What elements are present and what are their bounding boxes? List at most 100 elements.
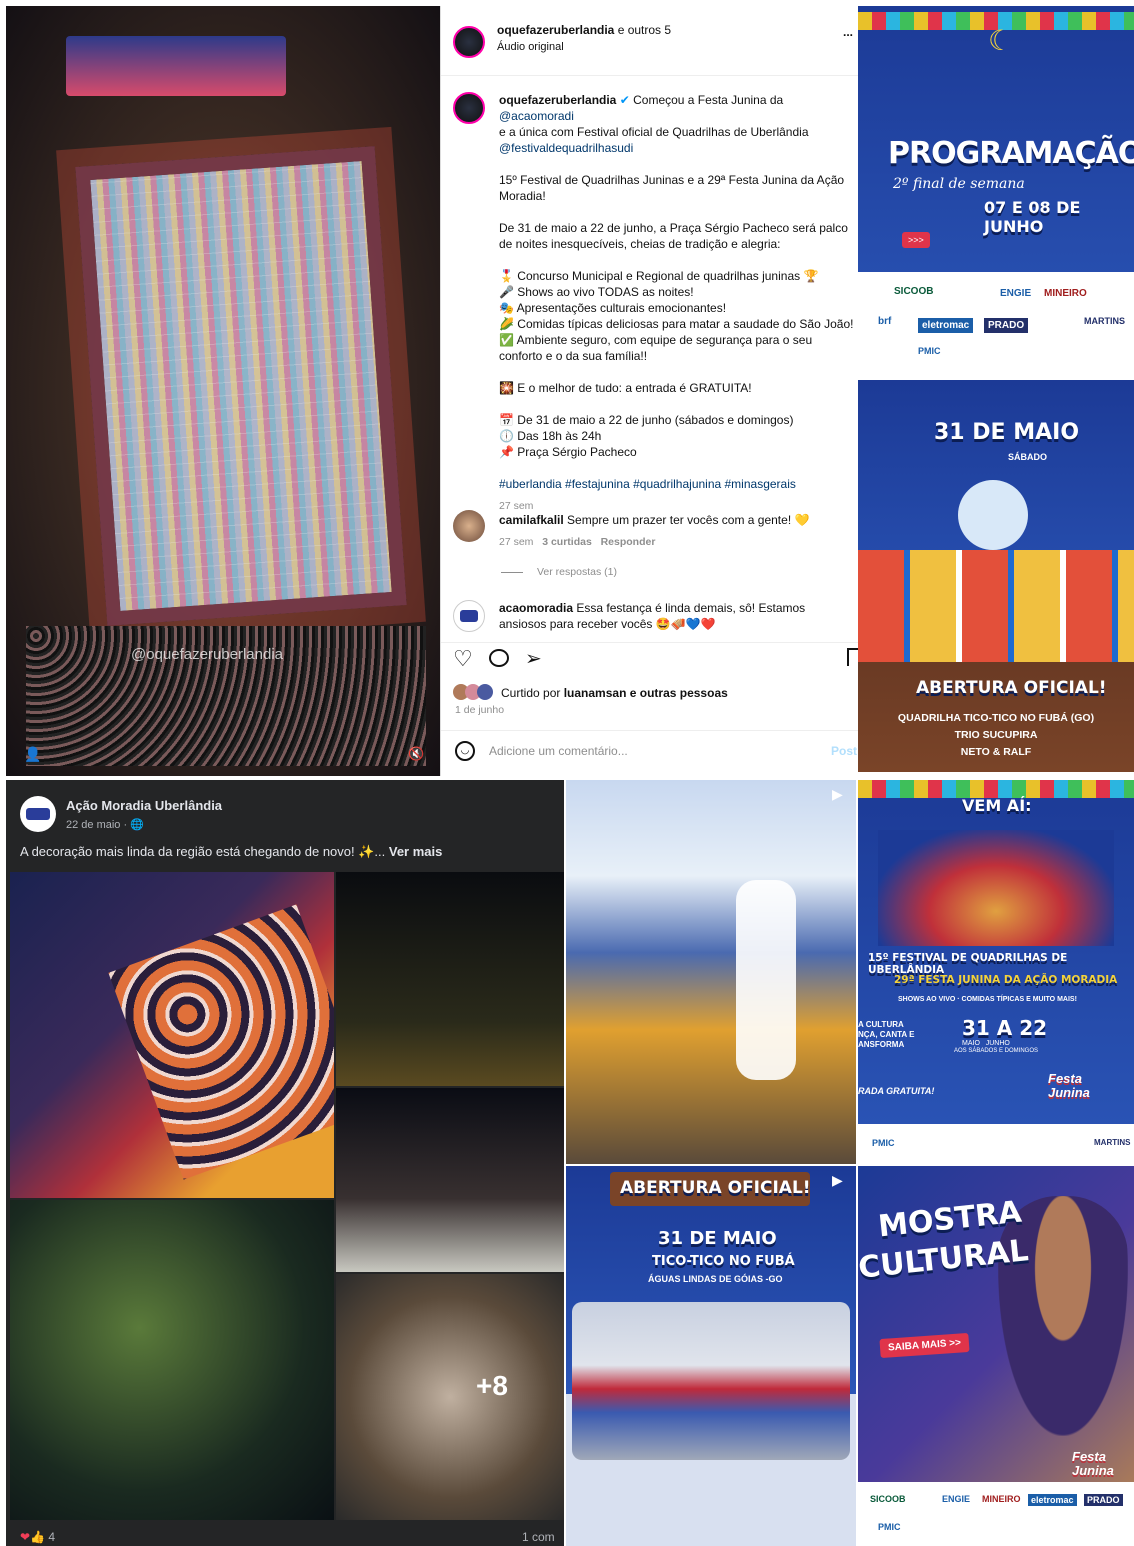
comment-username[interactable]: acaomoradia	[499, 601, 573, 615]
sponsor-logo: MINEIRO	[1044, 288, 1087, 299]
divider	[441, 642, 858, 643]
save-bookmark-icon[interactable]	[847, 648, 858, 666]
post-header: oquefazeruberlandia e outros 5 Áudio ori…	[441, 6, 858, 76]
lineup: QUADRILHA TICO-TICO NO FUBÁ (GO) TRIO SU…	[878, 710, 1114, 761]
poster-abertura-oficial[interactable]: ABERTURA OFICIAL! ▶ 31 DE MAIO TICO-TICO…	[566, 1166, 856, 1546]
poster-line: 15º FESTIVAL DE QUADRILHAS DE UBERLÂNDIA	[868, 952, 1068, 976]
fb-photo-flag[interactable]	[10, 872, 334, 1198]
liker-avatars	[453, 684, 495, 700]
bullet: 🌽 Comidas típicas deliciosas para matar …	[499, 317, 854, 331]
sponsor-logo: eletromac	[918, 318, 974, 333]
video-icon[interactable]: ▶	[832, 786, 843, 803]
post-text: A decoração mais linda da região está ch…	[20, 844, 389, 859]
caption: oquefazeruberlandia ✔ Começou a Festa Ju…	[453, 92, 857, 512]
festa-junina-logo: Festa Junina	[1048, 1071, 1090, 1100]
sponsor-logo: ENGIE	[942, 1494, 971, 1504]
post-button[interactable]: Post	[831, 744, 857, 758]
comment-icon[interactable]	[489, 649, 509, 667]
page-avatar[interactable]	[20, 796, 56, 832]
performers-photo	[858, 550, 1134, 662]
audio-label[interactable]: Áudio original	[497, 39, 564, 55]
header-username[interactable]: oquefazeruberlandia	[497, 23, 614, 37]
post-date[interactable]: 22 de maio ·	[66, 819, 130, 831]
sponsor-logo: ENGIE	[1000, 288, 1032, 299]
bullet: 🎭 Apresentações culturais emocionantes!	[499, 301, 727, 315]
poster-months: MAIO JUNHO	[962, 1040, 1010, 1047]
comment-avatar-acaomoradia[interactable]	[453, 600, 485, 632]
poster-date: 31 DE MAIO	[934, 420, 1080, 445]
video-icon[interactable]: ▶	[832, 1172, 843, 1189]
poster-headline: ABERTURA OFICIAL!	[916, 678, 1107, 698]
facebook-post: Ação Moradia Uberlândia 22 de maio · 🌐 A…	[6, 780, 564, 1546]
fb-photo-chairs[interactable]	[336, 1088, 564, 1272]
poster-mostra-cultural[interactable]: MOSTRA CULTURAL SAIBA MAIS >> Festa Juni…	[858, 1166, 1134, 1546]
sponsor-logo: PMIC	[918, 346, 941, 356]
liked-username[interactable]: luanamsan	[564, 686, 627, 700]
fb-photo-scarecrow[interactable]	[10, 1200, 334, 1520]
caption-paragraph-dates: De 31 de maio a 22 de junho, a Praça Sér…	[499, 221, 848, 251]
moon-icon: ☾	[988, 25, 1014, 56]
emoji-icon[interactable]: ◡	[455, 741, 475, 761]
poster-title: ABERTURA OFICIAL!	[620, 1178, 811, 1198]
caption-free-entry: 🎇 E o melhor de tudo: a entrada é GRATUI…	[499, 381, 752, 395]
lineup-item: QUADRILHA TICO-TICO NO FUBÁ (GO)	[897, 712, 1095, 724]
sponsor-strip: SICOOB ENGIE MINEIRO eletromac PRADO brf…	[858, 272, 1134, 378]
more-options-icon[interactable]: ...	[843, 24, 853, 40]
performer-couple	[958, 480, 1028, 550]
bullet: ✅ Ambiente seguro, com equipe de seguran…	[499, 333, 813, 363]
liked-others[interactable]: e outras pessoas	[626, 686, 728, 700]
aerial-festival-photo: @oquefazeruberlandia 👤 🔇	[6, 6, 440, 776]
share-icon[interactable]: ➢	[525, 646, 542, 671]
parade-photo[interactable]: ▶	[566, 780, 856, 1164]
sponsor-logo: PMIC	[878, 1522, 901, 1532]
comment-avatar[interactable]	[453, 510, 485, 542]
sponsor-logo: SICOOB	[870, 1494, 906, 1504]
like-heart-icon[interactable]: ♡	[453, 646, 473, 672]
poster-sub: AOS SÁBADOS E DOMINGOS	[954, 1048, 1039, 1054]
caption-info: 📅 De 31 de maio a 22 de junho (sábados e…	[499, 412, 857, 460]
poster-programacao[interactable]: ☾ PROGRAMAÇÃO 2º final de semana 07 E 08…	[858, 6, 1134, 378]
instagram-post-panel: oquefazeruberlandia e outros 5 Áudio ori…	[440, 6, 858, 776]
caption-avatar[interactable]	[453, 92, 485, 124]
caption-text: Começou a Festa Junina da	[633, 93, 784, 107]
poster-vem-ai[interactable]: VEM AÍ: 15º FESTIVAL DE QUADRILHAS DE UB…	[858, 780, 1134, 1164]
comment-username[interactable]: camilafkalil	[499, 513, 564, 527]
sponsor-logo: PMIC	[872, 1138, 895, 1148]
comment-input[interactable]: Adicione um comentário...	[489, 744, 628, 758]
poster-date: 31 DE MAIO	[658, 1228, 777, 1249]
comment-likes[interactable]: 3 curtidas	[542, 536, 592, 548]
fb-photo-lights[interactable]	[336, 872, 564, 1086]
lineup-item: NETO & RALF	[960, 746, 1032, 758]
poster-31-de-maio[interactable]: 31 DE MAIO SÁBADO ABERTURA OFICIAL! QUAD…	[858, 380, 1134, 772]
reply-button[interactable]: Responder	[601, 536, 656, 548]
stage	[66, 36, 286, 96]
poster-dates: 31 A 22	[962, 1016, 1048, 1040]
saiba-mais-button[interactable]: SAIBA MAIS >>	[879, 1332, 970, 1359]
mention-link[interactable]: @acaomoradi	[499, 109, 574, 123]
globe-icon: 🌐	[130, 819, 144, 831]
poster-line: 29ª FESTA JUNINA DA AÇÃO MORADIA	[894, 974, 1118, 986]
fb-photo-more[interactable]: +8	[336, 1274, 564, 1520]
header-suffix: e outros 5	[614, 23, 672, 37]
poster-subtitle: 2º final de semana	[893, 176, 1025, 192]
dancer-photo	[998, 1196, 1128, 1436]
poster-entrada: RADA GRATUITA!	[858, 1086, 935, 1096]
mute-icon[interactable]: 🔇	[408, 746, 424, 762]
sponsor-logo: PRADO	[1084, 1494, 1123, 1506]
comment-count[interactable]: 1 com	[522, 1530, 555, 1544]
caption-paragraph-festival: 15º Festival de Quadrilhas Juninas e a 2…	[499, 173, 845, 203]
reaction-count[interactable]: 4	[48, 1530, 55, 1544]
more-photos-count[interactable]: +8	[476, 1370, 508, 1402]
mention-link-2[interactable]: @festivaldequadrilhasudi	[499, 141, 633, 155]
comment-time: 27 sem	[499, 536, 534, 548]
sponsor-logo: MINEIRO	[982, 1494, 1021, 1504]
see-more-link[interactable]: Ver mais	[389, 844, 443, 859]
user-icon[interactable]: 👤	[24, 746, 41, 763]
view-replies-link[interactable]: Ver respostas (1)	[537, 566, 617, 578]
poster-title: PROGRAMAÇÃO	[888, 136, 1134, 171]
avatar[interactable]	[453, 26, 485, 58]
page-name[interactable]: Ação Moradia Uberlândia	[66, 798, 222, 813]
sponsor-logo: eletromac	[1028, 1494, 1077, 1506]
caption-username[interactable]: oquefazeruberlandia	[499, 93, 616, 107]
hashtags[interactable]: #uberlandia #festajunina #quadrilhajunin…	[499, 476, 857, 492]
